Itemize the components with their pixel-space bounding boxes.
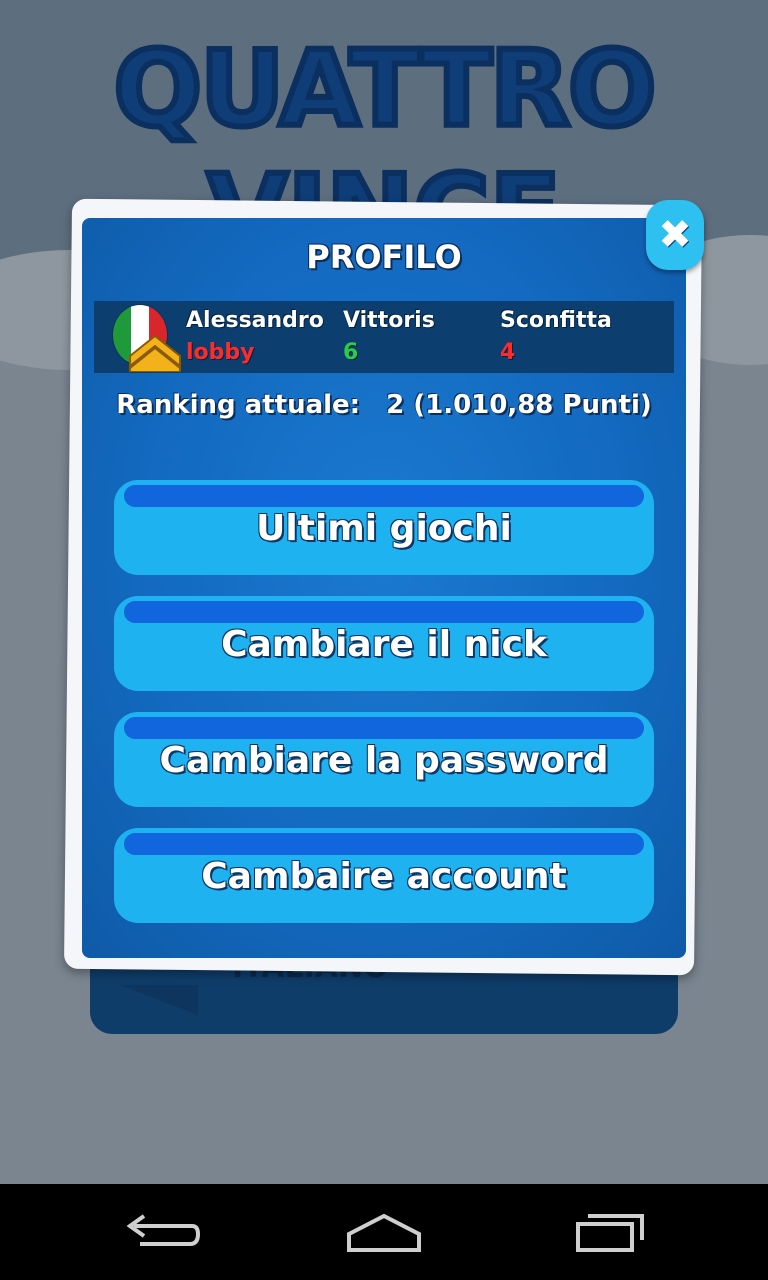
- player-name: Alessandro: [186, 308, 324, 333]
- button-highlight: [124, 717, 644, 739]
- ranking-value: 2 (1.010,88 Punti): [386, 390, 652, 420]
- recent-games-label: Ultimi giochi: [256, 508, 512, 549]
- recent-games-button[interactable]: Ultimi giochi: [114, 480, 654, 575]
- recent-apps-icon: [576, 1214, 644, 1252]
- change-account-label: Cambaire account: [201, 856, 567, 897]
- close-icon: ✖: [658, 212, 692, 258]
- change-account-button[interactable]: Cambaire account: [114, 828, 654, 923]
- back-icon: [126, 1214, 201, 1246]
- close-button[interactable]: ✖: [646, 200, 704, 270]
- change-nick-button[interactable]: Cambiare il nick: [114, 596, 654, 691]
- back-button[interactable]: [104, 1200, 214, 1264]
- background-game-title: QUATTRO: [111, 25, 660, 153]
- wins-value: 6: [343, 340, 359, 365]
- change-password-button[interactable]: Cambiare la password: [114, 712, 654, 807]
- home-icon: [347, 1213, 421, 1252]
- home-button[interactable]: [329, 1200, 439, 1264]
- background-panel-tail: [120, 985, 198, 1015]
- losses-value: 4: [500, 340, 516, 365]
- ranking-label: Ranking attuale:: [116, 390, 361, 420]
- player-status: lobby: [186, 340, 255, 365]
- button-highlight: [124, 833, 644, 855]
- button-highlight: [124, 485, 644, 507]
- losses-label: Sconfitta: [500, 308, 612, 333]
- change-nick-label: Cambiare il nick: [221, 624, 547, 665]
- recent-apps-button[interactable]: [556, 1200, 666, 1264]
- ranking-row: Ranking attuale: 2 (1.010,88 Punti): [0, 390, 768, 420]
- button-highlight: [124, 601, 644, 623]
- wins-label: Vittoris: [343, 308, 435, 333]
- change-password-label: Cambiare la password: [159, 740, 609, 781]
- sergeant-chevron-icon: [129, 334, 181, 372]
